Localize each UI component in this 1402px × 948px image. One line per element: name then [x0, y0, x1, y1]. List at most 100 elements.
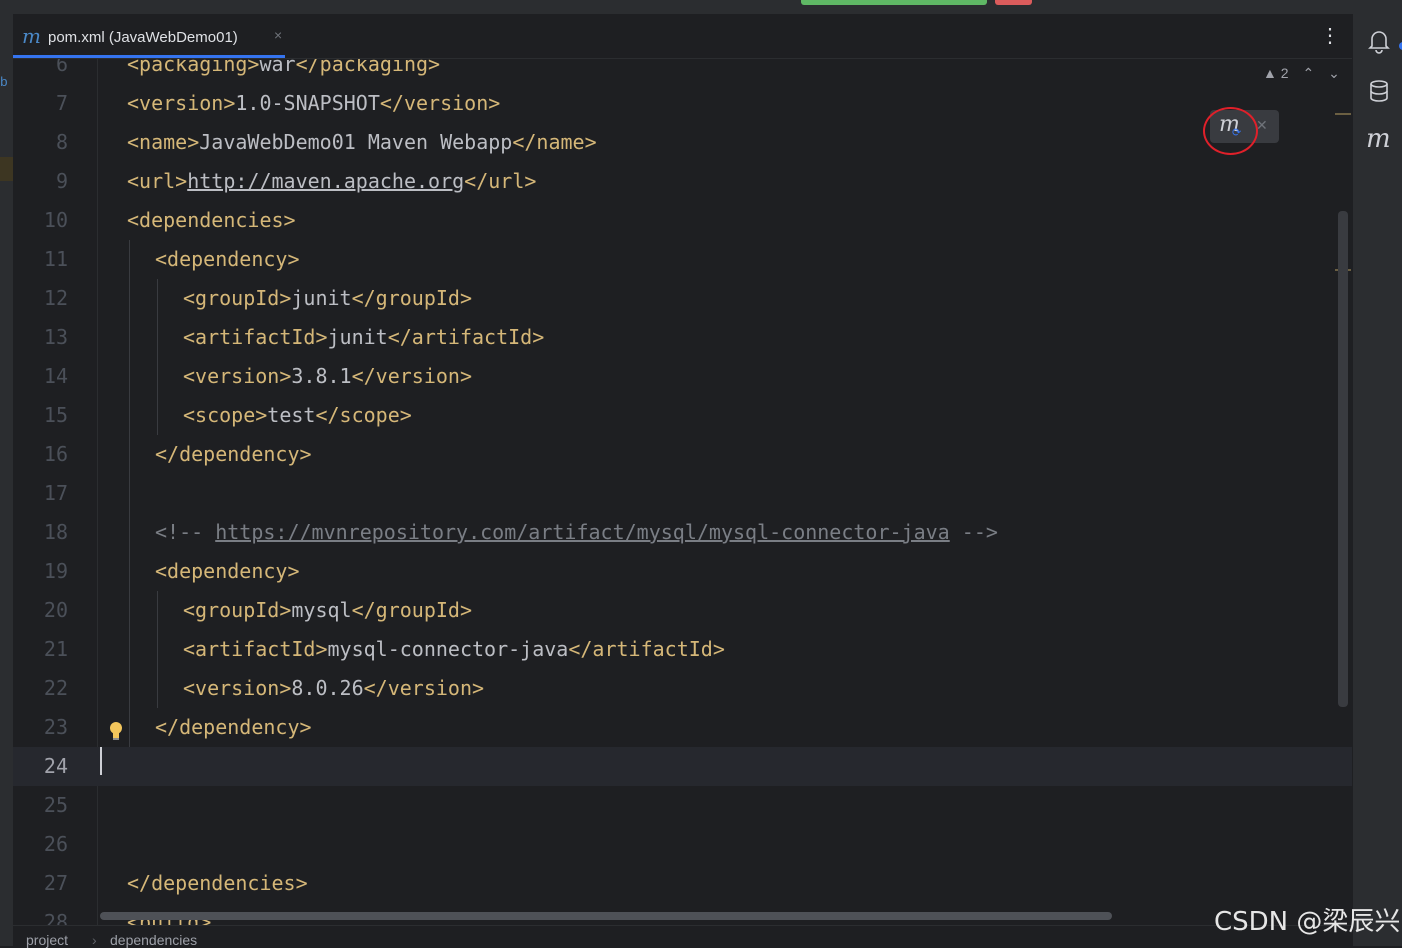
line-number: 23 [43, 715, 68, 739]
indent-guide [129, 435, 130, 474]
maven-tool-icon[interactable]: m [1366, 126, 1392, 152]
xml-tag: </name> [512, 130, 597, 154]
xml-value: 3.8.1 [291, 364, 352, 388]
code-text: <!-- https://mvnrepository.com/artifact/… [155, 513, 998, 552]
code-line[interactable]: 12 <groupId>junit</groupId> [13, 279, 1352, 318]
xml-value: 1.0-SNAPSHOT [235, 91, 380, 115]
xml-tag: <dependency> [155, 247, 300, 271]
line-number: 11 [43, 247, 68, 271]
code-text: <dependencies> [127, 201, 296, 240]
xml-comment: --> [949, 520, 998, 544]
xml-tag: <url> [127, 169, 188, 193]
code-line[interactable]: 13 <artifactId>junit</artifactId> [13, 318, 1352, 357]
code-line[interactable]: 27 </dependencies> [13, 864, 1352, 903]
line-number: 25 [43, 793, 68, 817]
code-line[interactable]: 10 <dependencies> [13, 201, 1352, 240]
warning-stripe-mark[interactable] [1335, 113, 1351, 115]
indent-guide [129, 357, 130, 396]
indent-guide [129, 240, 130, 279]
indent-guide [129, 474, 130, 513]
warning-icon: ▲ [1263, 65, 1277, 81]
code-line[interactable]: 23 </dependency> [13, 708, 1352, 747]
code-line[interactable]: 19 <dependency> [13, 552, 1352, 591]
xml-comment[interactable]: https://mvnrepository.com/artifact/mysql… [215, 520, 950, 544]
inspection-widget[interactable]: ▲ 2 ⌃ ⌄ [1263, 65, 1340, 82]
code-line[interactable]: 25 [13, 786, 1352, 825]
code-line[interactable]: 17 [13, 474, 1352, 513]
code-line[interactable]: 14 <version>3.8.1</version> [13, 357, 1352, 396]
xml-comment: <!-- [155, 520, 216, 544]
more-options-icon[interactable]: ⋮ [1320, 26, 1340, 46]
xml-tag: </artifactId> [387, 325, 545, 349]
line-number: 7 [55, 91, 68, 115]
line-number: 8 [55, 130, 68, 154]
xml-tag: </groupId> [351, 598, 473, 622]
xml-tag: <groupId> [183, 286, 292, 310]
code-text: <url>http://maven.apache.org</url> [127, 162, 536, 201]
code-text: </dependencies> [127, 864, 308, 903]
line-number: 16 [43, 442, 68, 466]
title-bar [0, 0, 1402, 14]
xml-tag: </groupId> [351, 286, 473, 310]
xml-value: junit [327, 325, 388, 349]
horizontal-scrollbar[interactable] [100, 912, 1112, 920]
xml-tag: </dependencies> [127, 871, 308, 895]
code-text: <version>8.0.26</version> [183, 669, 484, 708]
indent-guide [157, 357, 158, 396]
indent-guide [129, 552, 130, 591]
indent-guide [157, 279, 158, 318]
code-line[interactable]: 16 </dependency> [13, 435, 1352, 474]
code-line[interactable]: 20 <groupId>mysql</groupId> [13, 591, 1352, 630]
code-line[interactable]: 24 [13, 747, 1352, 786]
url-link[interactable]: http://maven.apache.org [187, 169, 464, 193]
text-caret [100, 747, 102, 775]
code-editor[interactable]: 6 <packaging>war</packaging> 7 <version>1.0… [13, 59, 1352, 925]
xml-tag: </version> [379, 91, 501, 115]
code-line[interactable]: 18 <!-- https://mvnrepository.com/artifac… [13, 513, 1352, 552]
indent-guide [129, 279, 130, 318]
code-line[interactable]: 21 <artifactId>mysql-connector-java</arti… [13, 630, 1352, 669]
line-number: 12 [43, 286, 68, 310]
database-icon[interactable] [1366, 78, 1392, 104]
line-number: 21 [43, 637, 68, 661]
xml-tag: </version> [363, 676, 485, 700]
code-line[interactable]: 11 <dependency> [13, 240, 1352, 279]
lightbulb-icon[interactable] [109, 721, 123, 741]
stop-button[interactable] [995, 0, 1032, 5]
xml-tag: <artifactId> [183, 325, 328, 349]
code-line[interactable]: 26 [13, 825, 1352, 864]
xml-tag: </packaging> [295, 59, 441, 76]
right-tool-window-bar: m [1352, 14, 1402, 946]
tab-label: pom.xml (JavaWebDemo01) [48, 29, 238, 46]
indent-guide [129, 708, 130, 747]
code-line[interactable]: 9 <url>http://maven.apache.org</url> [13, 162, 1352, 201]
xml-tag: </url> [464, 169, 537, 193]
close-tab-icon[interactable]: × [274, 27, 282, 43]
line-number: 14 [43, 364, 68, 388]
next-highlight-icon[interactable]: ⌄ [1328, 65, 1340, 81]
code-line[interactable]: 15 <scope>test</scope> [13, 396, 1352, 435]
code-text: <packaging>war</packaging> [127, 59, 440, 84]
line-number: 26 [43, 832, 68, 856]
active-tab-indicator [13, 55, 285, 58]
code-line[interactable]: 22 <version>8.0.26</version> [13, 669, 1352, 708]
xml-tag: <groupId> [183, 598, 292, 622]
vertical-scrollbar[interactable] [1338, 211, 1348, 707]
run-widget[interactable] [801, 0, 987, 5]
notifications-icon[interactable] [1366, 28, 1402, 54]
tab-pom-xml[interactable]: m pom.xml (JavaWebDemo01) × [13, 14, 300, 58]
code-text: <groupId>mysql</groupId> [183, 591, 472, 630]
xml-value: junit [291, 286, 352, 310]
code-line[interactable]: 8 <name>JavaWebDemo01 Maven Webapp</name> [13, 123, 1352, 162]
previous-highlight-icon[interactable]: ⌃ [1302, 65, 1314, 81]
code-line[interactable]: 6 <packaging>war</packaging> [13, 59, 1352, 84]
line-number: 24 [43, 754, 68, 778]
code-line[interactable]: 7 <version>1.0-SNAPSHOT</version> [13, 84, 1352, 123]
xml-value: test [267, 403, 316, 427]
line-number: 17 [43, 481, 68, 505]
annotation-circle [1203, 107, 1258, 155]
watermark: CSDN @梁辰兴 [1214, 907, 1401, 937]
warning-count: 2 [1280, 65, 1289, 81]
left-tool-strip: eb [0, 14, 13, 946]
line-number: 13 [43, 325, 68, 349]
